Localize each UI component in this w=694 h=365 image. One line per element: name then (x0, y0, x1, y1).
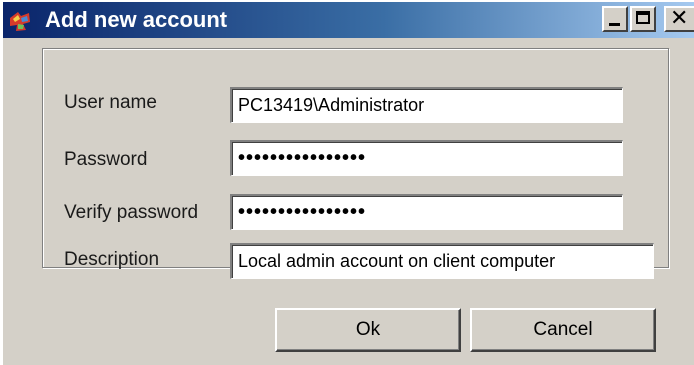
user-name-input[interactable] (230, 87, 623, 123)
ok-button[interactable]: Ok (275, 308, 461, 352)
account-form-group: User name Password Verify password Descr… (42, 48, 669, 279)
minimize-button[interactable] (602, 6, 628, 32)
maximize-button[interactable] (630, 6, 656, 32)
password-input[interactable] (230, 140, 623, 176)
close-icon: ✕ (670, 6, 689, 31)
maximize-icon (636, 11, 650, 24)
app-icon (10, 12, 30, 31)
description-input[interactable] (230, 243, 654, 279)
verify-password-label: Verify password (64, 202, 199, 223)
cancel-button[interactable]: Cancel (470, 308, 656, 352)
close-button[interactable]: ✕ (664, 6, 694, 32)
password-label: Password (64, 149, 148, 170)
description-label: Description (64, 249, 160, 270)
user-name-label: User name (64, 92, 157, 113)
verify-password-input[interactable] (230, 194, 623, 230)
window-title: Add new account (45, 7, 228, 32)
title-bar[interactable]: Add new account ✕ (3, 2, 694, 38)
dialog-window: Add new account ✕ User name Password Ver… (2, 2, 694, 365)
minimize-icon (609, 23, 620, 26)
